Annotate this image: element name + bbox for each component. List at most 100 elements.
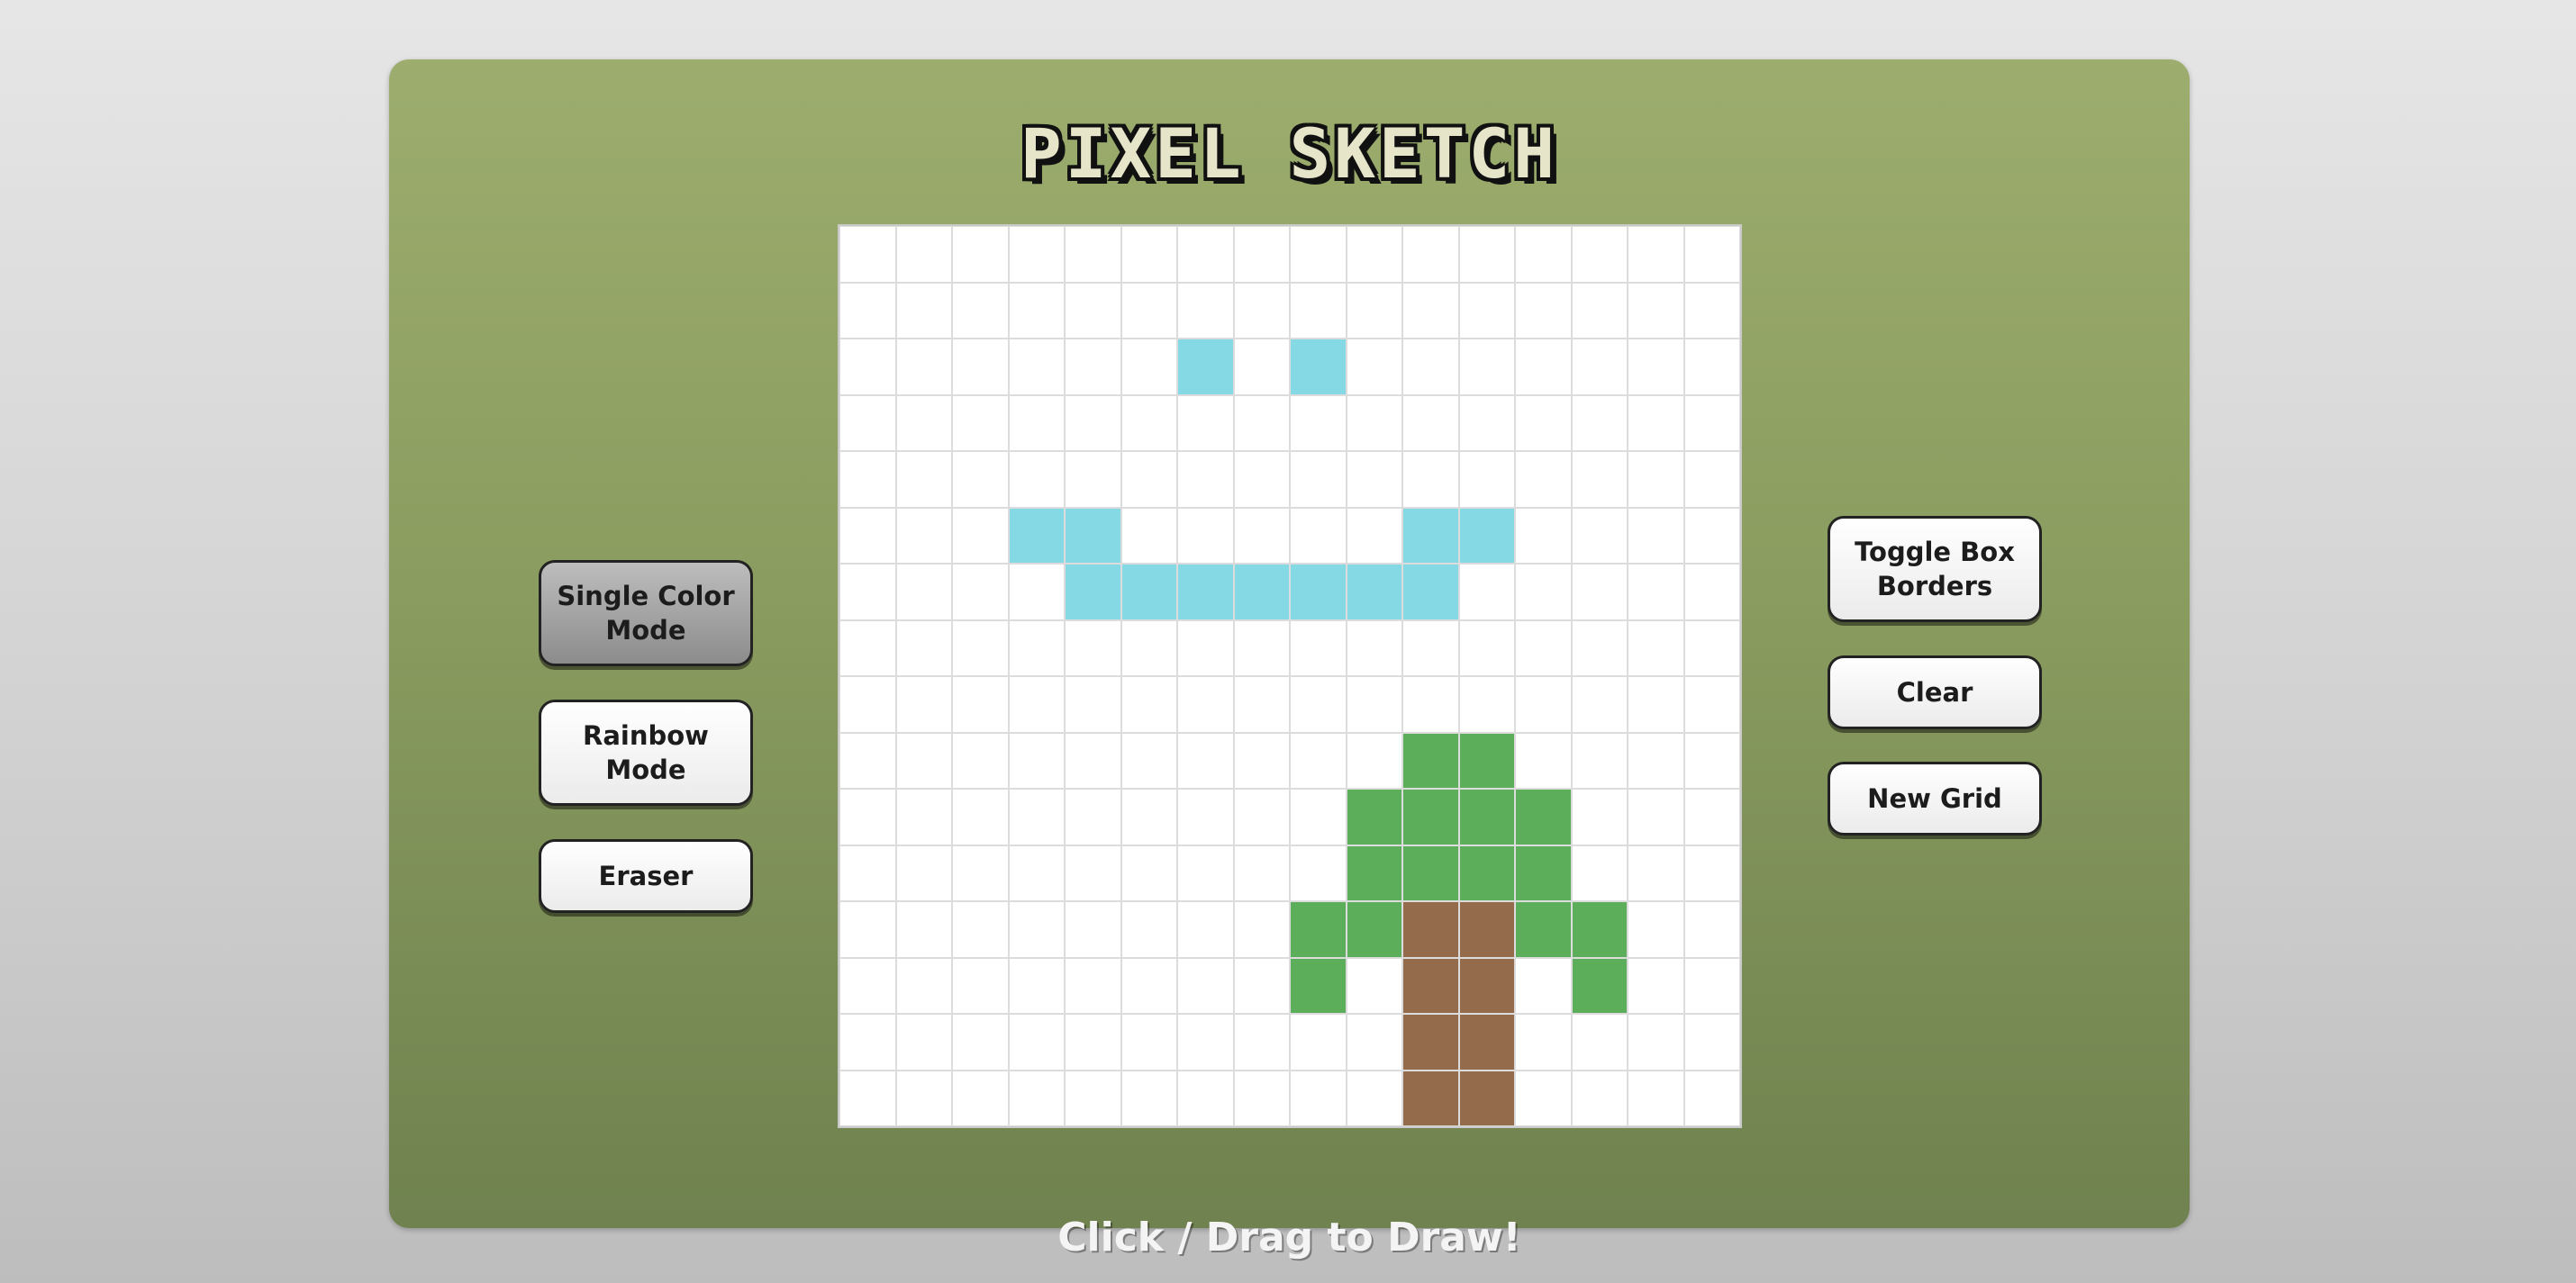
grid-cell[interactable] — [1233, 507, 1290, 564]
grid-cell[interactable] — [1571, 282, 1628, 339]
grid-cell[interactable] — [952, 507, 1009, 564]
grid-cell[interactable] — [895, 394, 952, 451]
grid-cell[interactable] — [1290, 1014, 1347, 1071]
grid-cell[interactable] — [1346, 1070, 1402, 1126]
grid-cell[interactable] — [1177, 619, 1234, 676]
grid-cell[interactable] — [1346, 732, 1402, 789]
grid-cell[interactable] — [895, 451, 952, 508]
grid-cell[interactable] — [1515, 957, 1572, 1014]
grid-cell[interactable] — [1458, 789, 1515, 845]
grid-cell[interactable] — [1233, 789, 1290, 845]
grid-cell[interactable] — [1008, 507, 1065, 564]
grid-cell[interactable] — [895, 226, 952, 283]
clear-button[interactable]: Clear — [1828, 655, 2042, 729]
grid-cell[interactable] — [1120, 282, 1177, 339]
grid-cell[interactable] — [839, 1070, 896, 1126]
grid-cell[interactable] — [1120, 339, 1177, 395]
grid-cell[interactable] — [839, 226, 896, 283]
grid-cell[interactable] — [839, 451, 896, 508]
grid-cell[interactable] — [952, 226, 1009, 283]
grid-cell[interactable] — [1515, 564, 1572, 620]
grid-cell[interactable] — [1571, 676, 1628, 733]
new-grid-button[interactable]: New Grid — [1828, 762, 2042, 836]
grid-cell[interactable] — [952, 282, 1009, 339]
grid-cell[interactable] — [1008, 619, 1065, 676]
grid-cell[interactable] — [1628, 789, 1684, 845]
grid-cell[interactable] — [1290, 619, 1347, 676]
grid-cell[interactable] — [1346, 789, 1402, 845]
grid-cell[interactable] — [1458, 564, 1515, 620]
grid-cell[interactable] — [1571, 789, 1628, 845]
grid-cell[interactable] — [839, 957, 896, 1014]
grid-cell[interactable] — [1233, 1070, 1290, 1126]
grid-cell[interactable] — [1628, 1014, 1684, 1071]
grid-cell[interactable] — [1290, 282, 1347, 339]
grid-cell[interactable] — [1515, 901, 1572, 958]
grid-cell[interactable] — [1233, 957, 1290, 1014]
grid-cell[interactable] — [839, 507, 896, 564]
grid-cell[interactable] — [1628, 1070, 1684, 1126]
grid-cell[interactable] — [1065, 957, 1121, 1014]
grid-cell[interactable] — [1177, 845, 1234, 901]
rainbow-mode-button[interactable]: Rainbow Mode — [539, 700, 753, 806]
grid-cell[interactable] — [1346, 339, 1402, 395]
grid-cell[interactable] — [1177, 282, 1234, 339]
grid-cell[interactable] — [1008, 845, 1065, 901]
grid-cell[interactable] — [1458, 339, 1515, 395]
grid-cell[interactable] — [1683, 1070, 1740, 1126]
grid-cell[interactable] — [839, 732, 896, 789]
grid-cell[interactable] — [1571, 1070, 1628, 1126]
grid-cell[interactable] — [895, 789, 952, 845]
grid-cell[interactable] — [1458, 676, 1515, 733]
grid-cell[interactable] — [1120, 394, 1177, 451]
single-color-mode-button[interactable]: Single Color Mode — [539, 560, 753, 666]
grid-cell[interactable] — [952, 564, 1009, 620]
grid-cell[interactable] — [1515, 1014, 1572, 1071]
grid-cell[interactable] — [1402, 957, 1459, 1014]
grid-cell[interactable] — [1233, 339, 1290, 395]
grid-cell[interactable] — [952, 1014, 1009, 1071]
grid-cell[interactable] — [1571, 619, 1628, 676]
grid-cell[interactable] — [1515, 1070, 1572, 1126]
grid-cell[interactable] — [1065, 732, 1121, 789]
grid-cell[interactable] — [1402, 394, 1459, 451]
grid-cell[interactable] — [895, 339, 952, 395]
grid-cell[interactable] — [1233, 676, 1290, 733]
grid-cell[interactable] — [1008, 1070, 1065, 1126]
grid-cell[interactable] — [1571, 339, 1628, 395]
grid-cell[interactable] — [1458, 394, 1515, 451]
grid-cell[interactable] — [1177, 957, 1234, 1014]
grid-cell[interactable] — [1683, 845, 1740, 901]
grid-cell[interactable] — [1346, 676, 1402, 733]
grid-cell[interactable] — [1402, 282, 1459, 339]
grid-cell[interactable] — [1683, 1014, 1740, 1071]
grid-cell[interactable] — [1177, 226, 1234, 283]
grid-cell[interactable] — [1683, 564, 1740, 620]
grid-cell[interactable] — [1571, 845, 1628, 901]
grid-cell[interactable] — [839, 789, 896, 845]
grid-cell[interactable] — [1571, 507, 1628, 564]
grid-cell[interactable] — [895, 845, 952, 901]
grid-cell[interactable] — [952, 619, 1009, 676]
grid-cell[interactable] — [1346, 845, 1402, 901]
grid-cell[interactable] — [1683, 339, 1740, 395]
grid-cell[interactable] — [1290, 732, 1347, 789]
grid-cell[interactable] — [839, 676, 896, 733]
grid-cell[interactable] — [1628, 845, 1684, 901]
grid-cell[interactable] — [1065, 451, 1121, 508]
grid-cell[interactable] — [1683, 676, 1740, 733]
grid-cell[interactable] — [1120, 226, 1177, 283]
grid-cell[interactable] — [1177, 1070, 1234, 1126]
grid-cell[interactable] — [895, 957, 952, 1014]
grid-cell[interactable] — [1065, 845, 1121, 901]
grid-cell[interactable] — [1458, 901, 1515, 958]
grid-cell[interactable] — [1065, 676, 1121, 733]
grid-cell[interactable] — [1346, 619, 1402, 676]
grid-cell[interactable] — [1233, 282, 1290, 339]
eraser-button[interactable]: Eraser — [539, 839, 753, 913]
grid-cell[interactable] — [839, 901, 896, 958]
grid-cell[interactable] — [1065, 901, 1121, 958]
grid-cell[interactable] — [1402, 1070, 1459, 1126]
grid-cell[interactable] — [1177, 451, 1234, 508]
grid-cell[interactable] — [1008, 282, 1065, 339]
